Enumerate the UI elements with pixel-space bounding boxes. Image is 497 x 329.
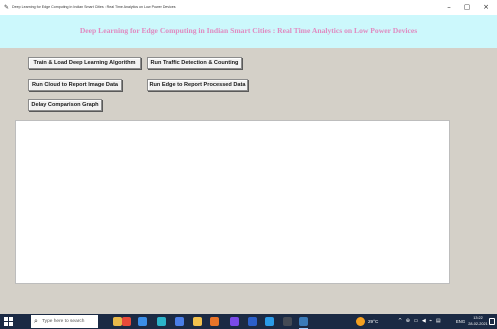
folder-icon[interactable] [193, 317, 202, 326]
windows-start-icon[interactable] [4, 317, 13, 326]
task-view-icon[interactable] [113, 317, 122, 326]
python-icon[interactable] [299, 317, 308, 329]
firefox-icon[interactable] [210, 317, 219, 326]
vscode-icon[interactable] [265, 317, 274, 326]
run-traffic-detection-button[interactable]: Run Traffic Detection & Counting [147, 57, 242, 69]
search-icon: ⌕ [34, 317, 38, 325]
page-title: Deep Learning for Edge Computing in Indi… [79, 26, 418, 35]
taskbar-search-box[interactable]: ⌕ Type here to search [31, 315, 98, 328]
run-cloud-report-button[interactable]: Run Cloud to Report Image Data [28, 79, 122, 91]
window-title: Deep Learning for Edge Computing in Indi… [12, 5, 176, 9]
system-tray-icons[interactable]: ^ ⊕ ▭ ◀ ⌁ ▤ [398, 316, 442, 327]
clock-date: 28-02-2021 [468, 322, 488, 326]
notification-icon[interactable] [489, 318, 495, 325]
language-indicator[interactable]: ENG [456, 316, 465, 327]
close-button[interactable]: × [478, 2, 494, 13]
edge-icon[interactable] [157, 317, 166, 326]
weather-temperature[interactable]: 29°C [368, 316, 378, 327]
train-load-algorithm-button[interactable]: Train & Load Deep Learning Algorithm [28, 57, 141, 69]
weather-icon[interactable] [356, 317, 365, 326]
media-icon[interactable] [230, 317, 239, 326]
chrome-icon[interactable] [122, 317, 131, 326]
delay-comparison-graph-button[interactable]: Delay Comparison Graph [28, 99, 102, 111]
run-edge-report-button[interactable]: Run Edge to Report Processed Data [147, 79, 248, 91]
search-placeholder: Type here to search [42, 319, 85, 324]
output-text-area[interactable] [15, 120, 450, 284]
taskbar: ⌕ Type here to search 29°C ^ ⊕ ▭ ◀ ⌁ ▤ E… [0, 314, 497, 329]
maximize-button[interactable]: ▢ [459, 2, 475, 13]
minimize-button[interactable]: – [441, 2, 457, 13]
word-icon[interactable] [248, 317, 257, 326]
store-icon[interactable] [138, 317, 147, 326]
app-feather-icon: ✎ [4, 4, 10, 11]
window-titlebar: ✎ Deep Learning for Edge Computing in In… [0, 0, 497, 15]
terminal-icon[interactable] [283, 317, 292, 326]
clock[interactable]: 13:22 28-02-2021 [468, 315, 488, 327]
mail-icon[interactable] [175, 317, 184, 326]
